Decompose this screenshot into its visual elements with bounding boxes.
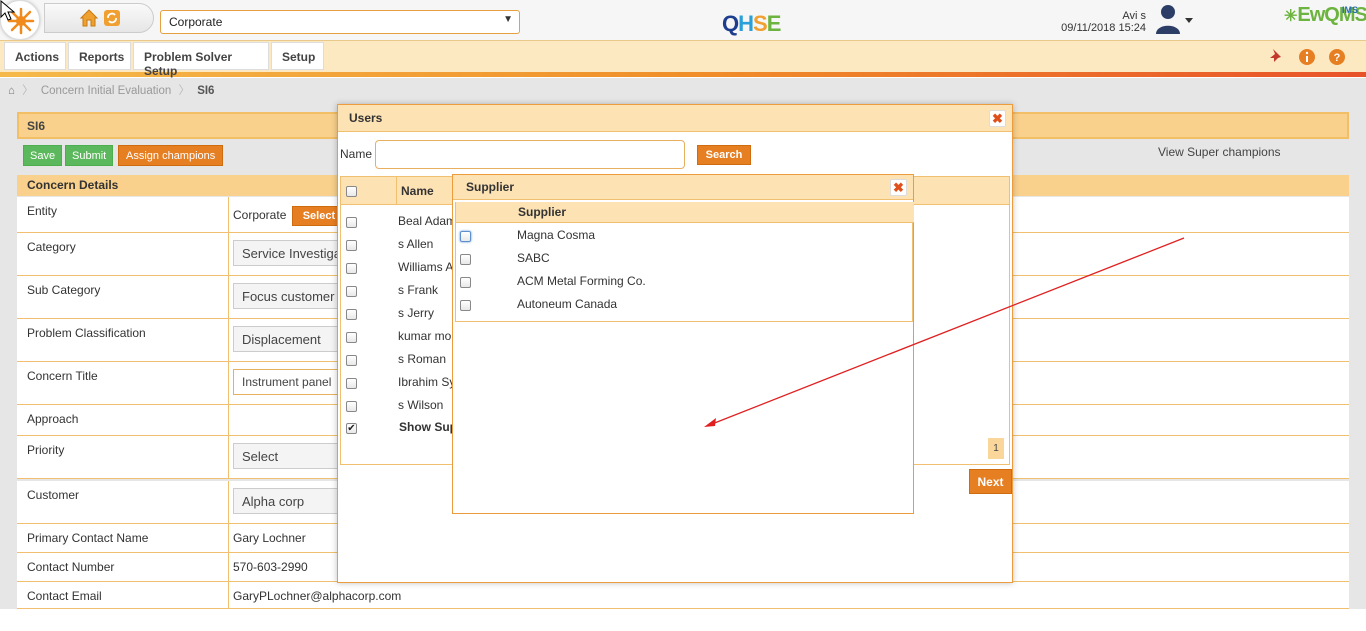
user-row-name[interactable]: s Frank bbox=[398, 283, 438, 297]
svg-text:?: ? bbox=[1334, 52, 1341, 64]
ims-superscript: IMS bbox=[1342, 5, 1359, 15]
pagination-page[interactable]: 1 bbox=[988, 438, 1004, 459]
concern-title-label: Concern Title bbox=[17, 362, 229, 404]
entity-value: Corporate bbox=[233, 208, 287, 222]
supplier-row-checkbox[interactable] bbox=[460, 300, 471, 311]
category-label: Category bbox=[17, 233, 229, 275]
approach-label: Approach bbox=[17, 405, 229, 435]
user-row-checkbox[interactable] bbox=[346, 401, 357, 412]
supplier-dialog-title: Supplier bbox=[453, 175, 913, 200]
supplier-row-checkbox[interactable] bbox=[460, 254, 471, 265]
user-row-name[interactable]: Ibrahim Sy bbox=[398, 375, 455, 389]
entity-label: Entity bbox=[17, 197, 229, 232]
user-row-checkbox[interactable] bbox=[346, 263, 357, 274]
user-row-name[interactable]: Beal Adam bbox=[398, 214, 456, 228]
page-footer-space bbox=[0, 609, 1366, 631]
supplier-table: Supplier Magna Cosma SABC ACM Metal Formin… bbox=[455, 202, 914, 322]
select-all-checkbox[interactable] bbox=[346, 186, 357, 197]
contact-email-value: GaryPLochner@alphacorp.com bbox=[233, 589, 402, 603]
contact-email-label: Contact Email bbox=[17, 582, 229, 608]
users-dialog-close-icon[interactable]: ✖ bbox=[989, 110, 1006, 127]
menu-stripe bbox=[0, 72, 1366, 77]
supplier-column-header[interactable]: Supplier bbox=[518, 205, 566, 219]
user-name: Avi s bbox=[1122, 10, 1146, 22]
user-row-checkbox[interactable] bbox=[346, 309, 357, 320]
breadcrumb: ⌂ 〉 Concern Initial Evaluation 〉 SI6 bbox=[0, 78, 1366, 100]
user-row-checkbox[interactable] bbox=[346, 378, 357, 389]
refresh-icon[interactable] bbox=[103, 9, 121, 27]
search-button[interactable]: Search bbox=[697, 145, 751, 165]
show-super-label: Show Sup bbox=[399, 420, 457, 434]
contact-number-label: Contact Number bbox=[17, 553, 229, 581]
entity-dropdown[interactable]: Corporate ▼ bbox=[160, 10, 520, 34]
primary-contact-label: Primary Contact Name bbox=[17, 524, 229, 552]
user-info: Avi s 09/11/2018 15:24 bbox=[1060, 10, 1146, 34]
supplier-row-checkbox[interactable] bbox=[460, 231, 471, 242]
contact-number-value: 570-603-2990 bbox=[233, 560, 308, 574]
menu-tab-setup[interactable]: Setup bbox=[271, 42, 324, 70]
help-icon[interactable]: ? bbox=[1328, 48, 1346, 66]
supplier-dialog-close-icon[interactable]: ✖ bbox=[890, 179, 907, 196]
pin-icon[interactable] bbox=[1268, 47, 1286, 65]
breadcrumb-home-icon[interactable]: ⌂ bbox=[8, 85, 15, 97]
mouse-cursor-icon bbox=[0, 0, 16, 21]
submit-button[interactable]: Submit bbox=[65, 145, 114, 166]
user-row-checkbox[interactable] bbox=[346, 217, 357, 228]
caret-down-icon: ▼ bbox=[503, 14, 513, 25]
name-column-header[interactable]: Name bbox=[401, 184, 434, 198]
entity-dropdown-value: Corporate bbox=[169, 15, 223, 29]
users-dialog-title: Users bbox=[338, 105, 1012, 132]
name-label: Name bbox=[340, 147, 373, 161]
home-refresh-group bbox=[44, 3, 154, 33]
menu-tab-problem-solver-setup[interactable]: Problem Solver Setup bbox=[133, 42, 269, 78]
qhse-logo: QHSE bbox=[722, 11, 781, 36]
menu-tab-actions[interactable]: Actions bbox=[4, 42, 66, 70]
save-button[interactable]: Save bbox=[23, 145, 63, 166]
next-button[interactable]: Next bbox=[969, 469, 1012, 494]
supplier-row-name[interactable]: ACM Metal Forming Co. bbox=[517, 274, 646, 288]
supplier-row-name[interactable]: Magna Cosma bbox=[517, 228, 595, 242]
breadcrumb-item-concern[interactable]: Concern Initial Evaluation bbox=[41, 85, 171, 97]
primary-contact-value: Gary Lochner bbox=[233, 531, 306, 545]
breadcrumb-item-current: SI6 bbox=[197, 85, 215, 97]
user-row-name[interactable]: s Roman bbox=[398, 352, 446, 366]
home-icon[interactable] bbox=[79, 8, 99, 28]
supplier-row-name[interactable]: SABC bbox=[517, 251, 550, 265]
view-super-champions-link[interactable]: View Super champions bbox=[1158, 145, 1281, 159]
user-row-checkbox[interactable] bbox=[346, 355, 357, 366]
user-row-checkbox[interactable] bbox=[346, 240, 357, 251]
user-row-name[interactable]: s Wilson bbox=[398, 398, 443, 412]
user-row-name[interactable]: s Jerry bbox=[398, 306, 434, 320]
supplier-row-checkbox[interactable] bbox=[460, 277, 471, 288]
user-row-name[interactable]: Williams A bbox=[398, 260, 453, 274]
user-row-name[interactable]: s Allen bbox=[398, 237, 433, 251]
login-datetime: 09/11/2018 15:24 bbox=[1061, 22, 1146, 34]
menu-tab-reports[interactable]: Reports bbox=[68, 42, 131, 70]
supplier-dialog: Supplier ✖ Supplier Magna Cosma SABC ACM M… bbox=[452, 174, 914, 514]
sub-category-label: Sub Category bbox=[17, 276, 229, 318]
supplier-row-name[interactable]: Autoneum Canada bbox=[517, 297, 617, 311]
info-icon[interactable] bbox=[1298, 48, 1316, 66]
approach-value bbox=[232, 405, 240, 435]
entity-value-cell: Corporate Select bbox=[232, 197, 347, 232]
assign-champions-button[interactable]: Assign champions bbox=[118, 145, 224, 166]
priority-label: Priority bbox=[17, 436, 229, 478]
user-row-name[interactable]: kumar mol bbox=[398, 329, 454, 343]
user-row-checkbox[interactable] bbox=[346, 286, 357, 297]
user-avatar-icon[interactable] bbox=[1154, 3, 1196, 35]
name-search-input[interactable] bbox=[375, 140, 685, 169]
field-row-contact-email: Contact Email GaryPLochner@alphacorp.com bbox=[17, 582, 1349, 609]
supplier-table-header: Supplier bbox=[456, 202, 914, 223]
user-row-checkbox[interactable] bbox=[346, 332, 357, 343]
customer-label: Customer bbox=[17, 481, 229, 523]
show-super-checkbox[interactable]: ✔ bbox=[346, 423, 357, 434]
problem-classification-label: Problem Classification bbox=[17, 319, 229, 361]
